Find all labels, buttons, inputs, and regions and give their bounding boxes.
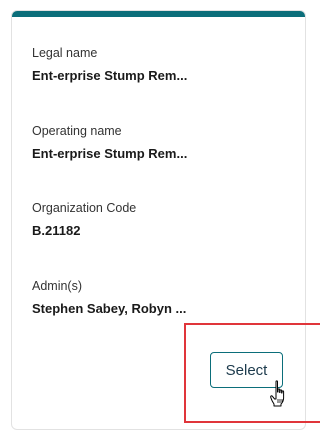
hand-pointer-icon (270, 380, 285, 407)
admins-field: Admin(s) Stephen Sabey, Robyn ... (32, 278, 186, 318)
operating-name-label: Operating name (32, 124, 122, 138)
admins-value: Stephen Sabey, Robyn ... (32, 301, 187, 316)
card-accent-bar (12, 11, 305, 17)
admins-label: Admin(s) (32, 279, 83, 293)
operating-name-field: Operating name Ent-erprise Stump Rem... (32, 123, 187, 163)
organization-code-value: B.21182 (32, 223, 81, 238)
legal-name-value: Ent-erprise Stump Rem... (32, 68, 188, 83)
organization-code-label: Organization Code (32, 201, 137, 215)
operating-name-value: Ent-erprise Stump Rem... (32, 146, 188, 161)
legal-name-label: Legal name (32, 46, 98, 60)
organization-code-field: Organization Code B.21182 (32, 200, 136, 240)
legal-name-field: Legal name Ent-erprise Stump Rem... (32, 45, 187, 85)
